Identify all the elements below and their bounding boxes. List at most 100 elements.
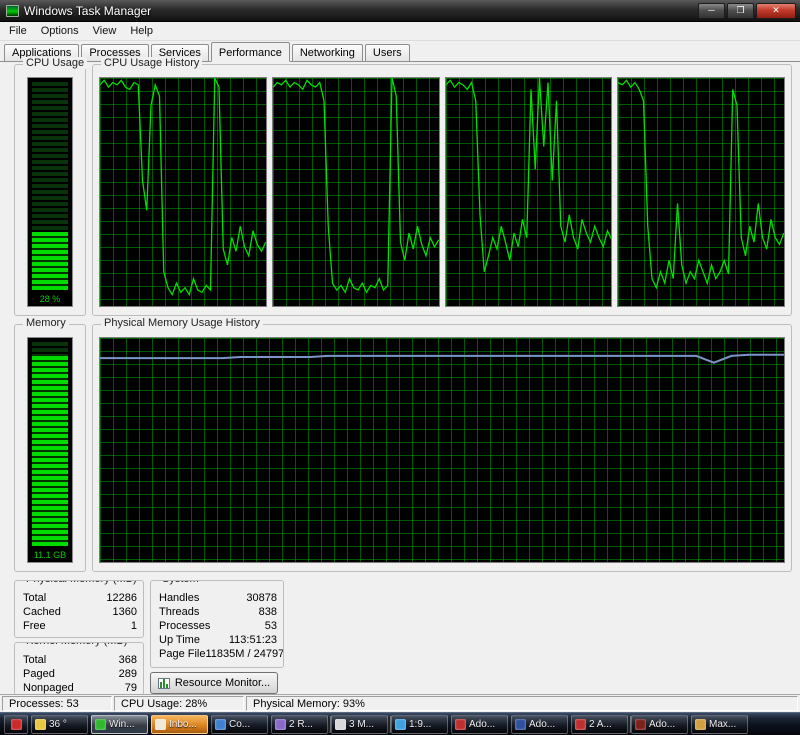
resource-monitor-label: Resource Monitor... — [174, 677, 271, 689]
cpu-gauge-panel: 28 % — [27, 77, 73, 307]
taskbar-item-label: Inbo... — [169, 718, 197, 730]
task-manager-icon — [6, 4, 19, 17]
memory-gauge-track — [32, 342, 68, 546]
menu-item-view[interactable]: View — [86, 23, 124, 39]
taskbar-item-5[interactable]: Co... — [211, 714, 268, 734]
taskbar-item-2[interactable]: 36 ° — [31, 714, 88, 734]
kernel-memory-group: Kernel Memory (MB) Total368 Paged289 Nonpa… — [14, 642, 144, 696]
info-row: Free 1 — [23, 620, 137, 632]
cpu-history-panel-2 — [271, 77, 440, 307]
caption-buttons: ─ ❐ ✕ — [698, 2, 796, 19]
resource-monitor-button[interactable]: Resource Monitor... — [150, 672, 278, 694]
cpu-history-chart-1 — [100, 78, 266, 306]
kernel-memory-rows: Total 368 Paged 289 Nonpaged 79 — [15, 643, 143, 695]
memory-history-group: Physical Memory Usage History — [92, 317, 792, 572]
memory-group: Memory 11.1 GB — [14, 317, 86, 572]
taskbar-items: 36 ° Win... Inbo... Co... 2 R... 3 M... 1:9...… — [4, 713, 796, 735]
cpu-history-panel-3 — [444, 77, 613, 307]
taskbar-item-label: Max... — [709, 718, 737, 730]
taskbar-item-11[interactable]: 2 A... — [571, 714, 628, 734]
taskbar-item-3[interactable]: Win... — [91, 714, 148, 734]
maximize-button[interactable]: ❐ — [727, 2, 754, 19]
titlebar[interactable]: Windows Task Manager ─ ❐ ✕ — [0, 0, 800, 22]
taskbar-item-icon — [515, 718, 526, 730]
info-row: Threads 838 — [159, 606, 277, 618]
taskbar-item-icon — [695, 718, 706, 730]
cpu-usage-group: CPU Usage 28 % — [14, 57, 88, 316]
tab-performance[interactable]: Performance — [210, 42, 290, 62]
physical-memory-group-label: Physical Memory (MB) — [23, 581, 140, 585]
status-bar: Processes: 53 CPU Usage: 28% Physical Me… — [0, 694, 800, 712]
taskbar-item-1[interactable] — [4, 714, 28, 734]
taskbar-item-label: 3 M... — [349, 718, 375, 730]
memory-gauge-fill — [32, 356, 68, 546]
system-group-label: System — [159, 581, 202, 585]
taskbar-item-icon — [635, 718, 646, 730]
info-row: Handles 30878 — [159, 592, 277, 604]
status-processes: Processes: 53 — [2, 696, 112, 711]
cpu-history-panel-4 — [617, 77, 785, 307]
taskbar-item-icon — [395, 718, 406, 730]
taskbar-item-label: Ado... — [469, 718, 496, 730]
memory-history-panel — [99, 337, 785, 563]
minimize-button[interactable]: ─ — [698, 2, 725, 19]
cpu-history-chart-2 — [273, 78, 439, 306]
taskbar-item-4[interactable]: Inbo... — [151, 714, 208, 734]
physical-memory-group: Physical Memory (MB) Total12286 Cached136… — [14, 580, 144, 638]
system-group: System Handles30878 Threads838 Processes53… — [150, 580, 284, 668]
cpu-history-panels — [99, 77, 785, 307]
taskbar-item-7[interactable]: 3 M... — [331, 714, 388, 734]
resource-monitor-icon — [157, 677, 170, 689]
cpu-usage-group-label: CPU Usage — [23, 57, 88, 69]
info-row: Paged 289 — [23, 668, 137, 680]
info-row: Cached 1360 — [23, 606, 137, 618]
taskbar-item-label: 2 A... — [589, 718, 612, 730]
physical-memory-rows: Total 12286 Cached 1360 Free 1 — [15, 581, 143, 633]
taskbar-item-icon — [575, 718, 586, 730]
cpu-history-panel-1 — [99, 77, 267, 307]
status-physical-memory: Physical Memory: 93% — [246, 696, 798, 711]
memory-history-panels — [99, 337, 785, 563]
cpu-history-chart-4 — [618, 78, 784, 306]
info-row: Up Time 113:51:23 — [159, 634, 277, 646]
memory-gauge-value: 11.1 GB — [33, 550, 67, 560]
cpu-history-chart-3 — [446, 78, 612, 306]
taskbar-item-icon — [335, 718, 346, 730]
info-row: Processes 53 — [159, 620, 277, 632]
memory-history-chart — [100, 338, 784, 562]
taskbar-item-icon — [10, 718, 22, 730]
taskbar-item-label: 1:9... — [409, 718, 432, 730]
cpu-gauge-track — [32, 82, 68, 290]
memory-group-label: Memory — [23, 317, 69, 329]
taskbar-item-6[interactable]: 2 R... — [271, 714, 328, 734]
taskbar-item-12[interactable]: Ado... — [631, 714, 688, 734]
close-button[interactable]: ✕ — [756, 2, 796, 19]
info-row: Total 12286 — [23, 592, 137, 604]
window-title: Windows Task Manager — [24, 3, 152, 18]
info-row: Total 368 — [23, 654, 137, 666]
taskbar-item-icon — [155, 718, 166, 730]
cpu-gauge-fill — [32, 231, 68, 290]
menu-item-file[interactable]: File — [2, 23, 34, 39]
tab-networking[interactable]: Networking — [291, 44, 363, 61]
taskbar-item-8[interactable]: 1:9... — [391, 714, 448, 734]
taskbar-item-13[interactable]: Max... — [691, 714, 748, 734]
tab-users[interactable]: Users — [364, 44, 410, 61]
taskbar-item-icon — [275, 718, 286, 730]
kernel-memory-group-label: Kernel Memory (MB) — [23, 643, 131, 647]
taskbar-item-icon — [35, 718, 46, 730]
taskbar: 36 ° Win... Inbo... Co... 2 R... 3 M... 1:9...… — [0, 712, 800, 735]
taskbar-item-label: 36 ° — [49, 718, 67, 730]
taskbar-item-icon — [455, 718, 466, 730]
taskbar-item-label: Win... — [109, 718, 135, 730]
cpu-gauge-value: 28 % — [39, 294, 61, 304]
taskbar-item-icon — [95, 718, 106, 730]
status-cpu-usage: CPU Usage: 28% — [114, 696, 244, 711]
menu-item-options[interactable]: Options — [34, 23, 86, 39]
taskbar-item-9[interactable]: Ado... — [451, 714, 508, 734]
system-rows: Handles 30878 Threads 838 Processes 53 Up Time… — [151, 581, 283, 661]
taskbar-item-10[interactable]: Ado... — [511, 714, 568, 734]
menu-item-help[interactable]: Help — [123, 23, 160, 39]
info-row: Page File11835M / 24797M — [159, 648, 284, 660]
taskbar-item-label: 2 R... — [289, 718, 313, 730]
